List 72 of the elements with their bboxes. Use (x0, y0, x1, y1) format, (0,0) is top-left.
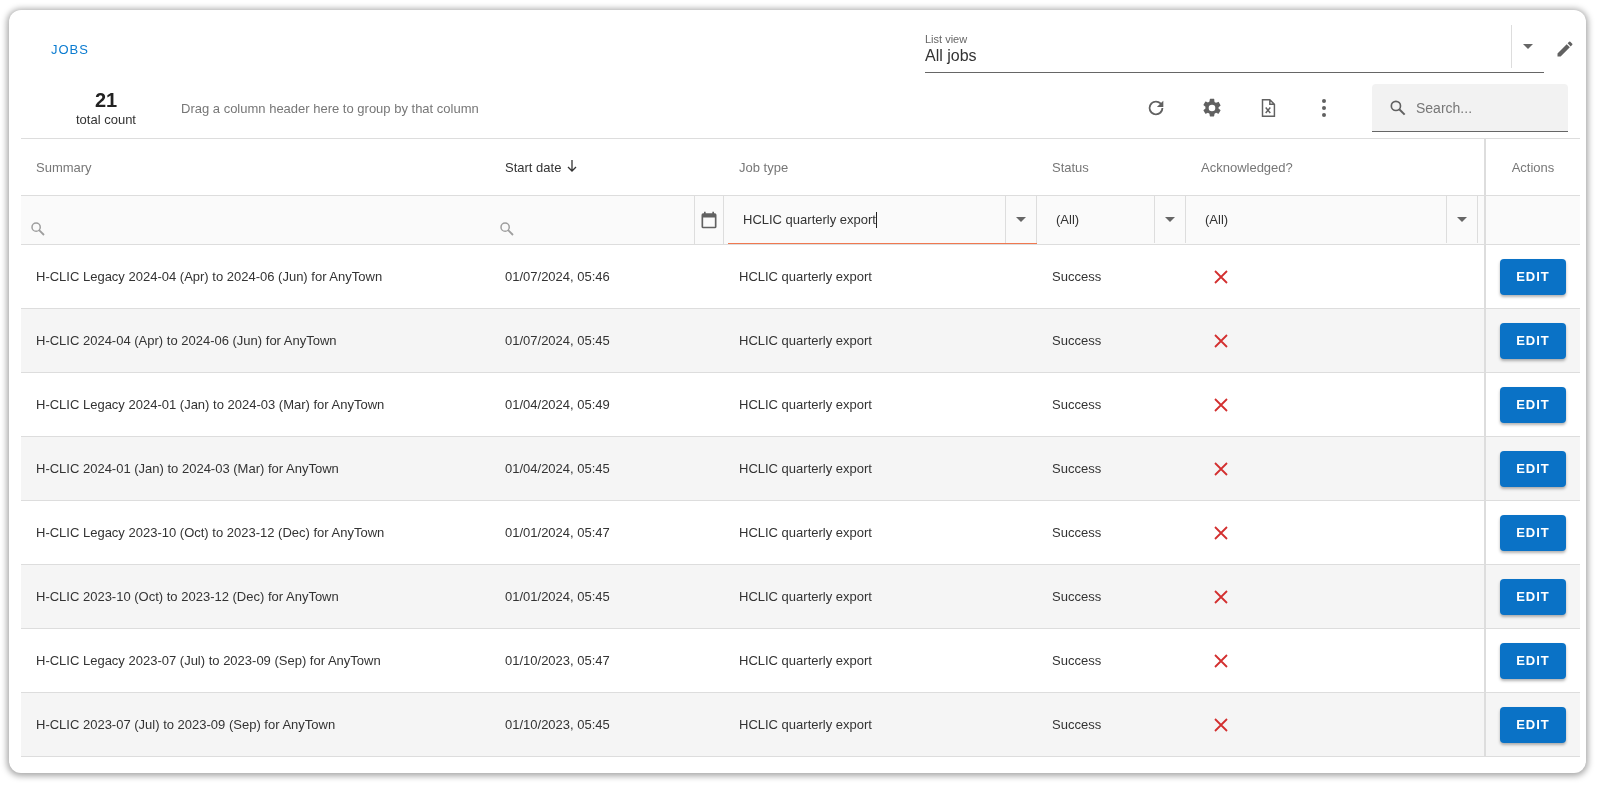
table-cell: Success (1052, 653, 1102, 668)
group-by-hint: Drag a column header here to group by that column (181, 100, 479, 116)
calendar-icon[interactable] (699, 210, 719, 230)
column-header[interactable]: Actions (1511, 159, 1555, 175)
table-cell: 01/01/2024, 05:45 (505, 589, 610, 604)
arrow-down-icon (567, 160, 578, 172)
caret-icon (1457, 217, 1467, 222)
cross-icon (1213, 652, 1229, 669)
filter-select[interactable]: HCLIC quarterly export (728, 196, 1037, 244)
cross-icon (1213, 716, 1229, 733)
table-cell: H-CLIC 2023-10 (Oct) to 2023-12 (Dec) for AnyTown (36, 589, 339, 604)
caret-icon (1016, 217, 1026, 222)
table-cell: H-CLIC Legacy 2023-10 (Oct) to 2023-12 (Dec) for AnyTown (36, 525, 385, 540)
table-cell: HCLIC quarterly export (739, 269, 872, 284)
cross-icon (1213, 460, 1229, 477)
table-cell: 01/10/2023, 05:47 (505, 653, 610, 668)
total-count-label: total count (76, 112, 136, 127)
table-cell: H-CLIC Legacy 2024-01 (Jan) to 2024-03 (Mar) for AnyTown (36, 397, 385, 412)
edit-button[interactable]: EDIT (1500, 642, 1566, 679)
edit-button[interactable]: EDIT (1500, 706, 1566, 743)
column-header[interactable]: Acknowledged? (1201, 159, 1293, 175)
edit-button[interactable]: EDIT (1500, 322, 1566, 359)
caret-icon (1165, 217, 1175, 222)
cross-icon (1213, 396, 1229, 413)
filter-select[interactable]: (All) (1190, 196, 1484, 244)
table-cell: H-CLIC 2023-07 (Jul) to 2023-09 (Sep) for AnyTown (36, 717, 336, 732)
filter-select[interactable]: (All) (1041, 196, 1186, 244)
table-cell: 01/04/2024, 05:45 (505, 461, 610, 476)
table-cell: HCLIC quarterly export (739, 397, 872, 412)
table-cell: Success (1052, 589, 1102, 604)
table-cell: Success (1052, 269, 1102, 284)
table-cell: HCLIC quarterly export (739, 589, 872, 604)
table-cell: H-CLIC 2024-01 (Jan) to 2024-03 (Mar) for AnyTown (36, 461, 339, 476)
edit-button[interactable]: EDIT (1500, 258, 1566, 295)
table-cell: HCLIC quarterly export (739, 653, 872, 668)
table-cell: HCLIC quarterly export (739, 333, 872, 348)
search-field[interactable]: Search... (1372, 84, 1568, 132)
table-cell: 01/07/2024, 05:45 (505, 333, 610, 348)
table-cell: HCLIC quarterly export (739, 525, 872, 540)
total-count: 21 (94, 89, 118, 112)
table-cell: 01/10/2023, 05:45 (505, 717, 610, 732)
table-cell: HCLIC quarterly export (739, 461, 872, 476)
table-cell: 01/07/2024, 05:46 (505, 269, 610, 284)
table-cell: Success (1052, 397, 1102, 412)
table-cell: 01/04/2024, 05:49 (505, 397, 610, 412)
column-header[interactable]: Summary (36, 159, 92, 175)
edit-button[interactable]: EDIT (1500, 578, 1566, 615)
cross-icon (1213, 268, 1229, 285)
table-cell: 01/01/2024, 05:47 (505, 525, 610, 540)
cross-icon (1213, 332, 1229, 349)
column-header[interactable]: Status (1052, 159, 1089, 175)
table-cell: H-CLIC Legacy 2024-04 (Apr) to 2024-06 (Jun) for AnyTown (36, 269, 383, 284)
edit-button[interactable]: EDIT (1500, 514, 1566, 551)
search-icon (1388, 98, 1408, 118)
column-header[interactable]: Job type (739, 159, 789, 175)
list-view-select[interactable]: List view All jobs (925, 25, 1544, 73)
cross-icon (1213, 588, 1229, 605)
edit-button[interactable]: EDIT (1500, 450, 1566, 487)
search-icon (498, 220, 516, 238)
edit-button[interactable]: EDIT (1500, 386, 1566, 423)
search-icon (29, 220, 47, 238)
page-title: JOBS (51, 41, 89, 57)
table-cell: H-CLIC Legacy 2023-07 (Jul) to 2023-09 (Sep) for AnyTown (36, 653, 381, 668)
caret-icon (1523, 44, 1533, 49)
cross-icon (1213, 524, 1229, 541)
table-cell: HCLIC quarterly export (739, 717, 872, 732)
table-cell: Success (1052, 461, 1102, 476)
table-cell: H-CLIC 2024-04 (Apr) to 2024-06 (Jun) for AnyTown (36, 333, 337, 348)
table-cell: Success (1052, 525, 1102, 540)
table-cell: Success (1052, 333, 1102, 348)
table-cell: Success (1052, 717, 1102, 732)
column-header[interactable]: Start date (505, 159, 562, 175)
